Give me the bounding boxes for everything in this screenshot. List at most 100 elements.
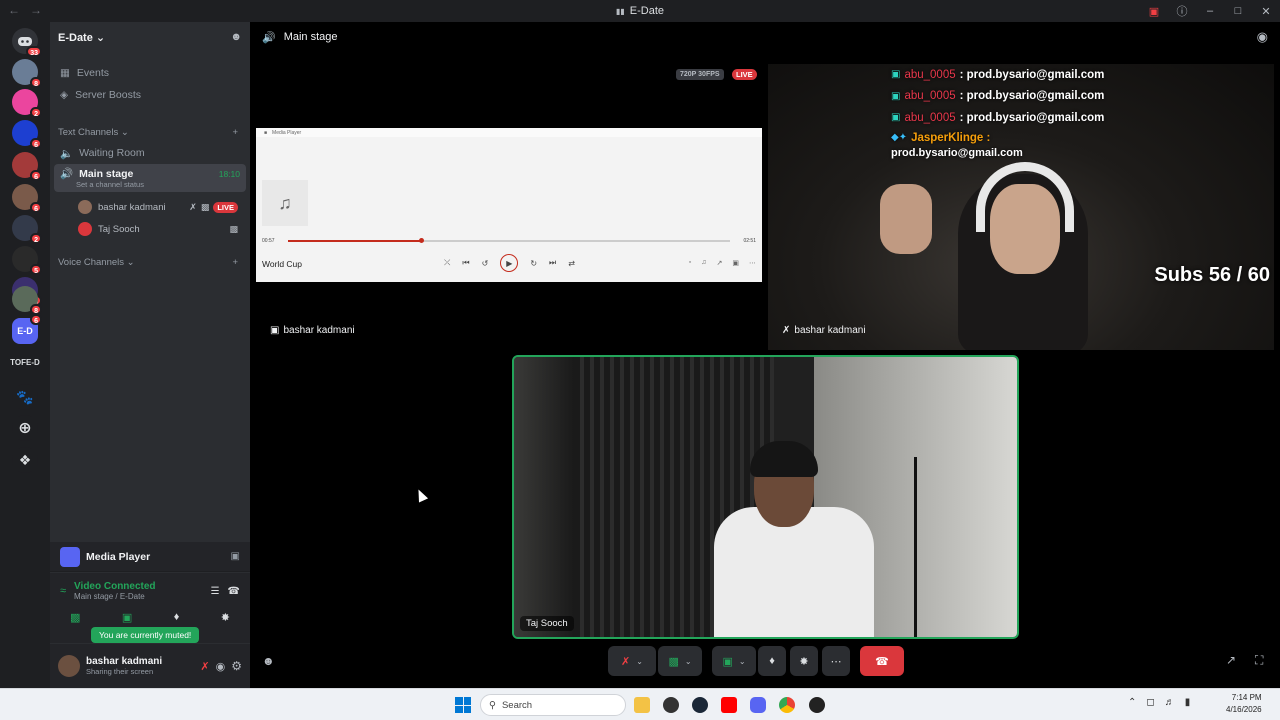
popout-icon[interactable]: ↗ [1226, 653, 1236, 667]
connection-location[interactable]: Main stage / E-Date [74, 592, 156, 601]
channel-waiting-room[interactable]: 🔈 Waiting Room [54, 142, 246, 164]
activity-icon[interactable]: ♦ [174, 611, 180, 624]
chat-bubble-icon[interactable]: ◉ [1257, 29, 1268, 45]
headphones-icon[interactable]: ◉ [216, 660, 226, 673]
activity-close-icon[interactable]: ▣ [231, 551, 240, 562]
unread-badge: 6 [30, 314, 42, 325]
clock[interactable]: 7:14 PM 4/16/2026 [1226, 692, 1262, 716]
server-icon-1[interactable]: 8 [12, 59, 42, 88]
voice-user-taj[interactable]: Taj Sooch ▩ [50, 218, 250, 240]
screen-share-icon[interactable]: ▣ [122, 611, 132, 624]
server-icon-4[interactable]: 6 [12, 152, 42, 181]
server-icon-9[interactable]: 8 [12, 286, 42, 315]
settings-gear-icon[interactable]: ⚙ [231, 659, 242, 673]
shuffle-icon[interactable]: ⤫ [444, 258, 450, 268]
fullscreen-icon[interactable]: ⛶ [1255, 653, 1263, 668]
screen-share-icon: ▣ [722, 655, 733, 668]
mp-seek-thumb[interactable] [418, 238, 424, 243]
server-icon-5[interactable]: 6 [12, 184, 42, 213]
server-icon-6[interactable]: 2 [12, 215, 42, 244]
channel-timer: 18:10 [218, 168, 240, 179]
voice-user-bashar[interactable]: bashar kadmani ✗ ▩ LIVE [50, 196, 250, 218]
events-link[interactable]: ▦ Events [50, 62, 250, 84]
minimize-button[interactable]: – [1196, 5, 1224, 17]
server-icon-2[interactable]: 2 [12, 89, 42, 118]
previous-icon[interactable]: ⏮ [462, 258, 469, 268]
mic-muted-icon[interactable]: ✗ [200, 660, 209, 673]
noise-suppression-icon[interactable]: ☰ [211, 586, 220, 597]
forward-arrow-icon[interactable]: → [30, 3, 42, 17]
steam-icon[interactable] [692, 697, 708, 713]
invite-icon[interactable]: ☻ [230, 31, 242, 43]
youtube-icon[interactable] [721, 697, 737, 713]
battery-icon[interactable]: ▮ [1185, 697, 1191, 708]
help-icon[interactable]: ⓘ [1168, 3, 1196, 19]
cast-icon[interactable]: ▣ [732, 259, 739, 267]
tile-username: bashar kadmani [794, 325, 866, 336]
close-button[interactable]: ✕ [1252, 5, 1280, 18]
network-icon[interactable]: ◻ [1146, 697, 1154, 708]
server-boosts-link[interactable]: ◈ Server Boosts [50, 84, 250, 106]
channel-status[interactable]: Set a channel status [60, 180, 144, 189]
media-player-icon[interactable] [809, 697, 825, 713]
home-dm-button[interactable]: 33 [12, 28, 42, 57]
tray-chevron-icon[interactable]: ⌃ [1128, 697, 1136, 708]
mp-seek-bar[interactable] [288, 238, 730, 243]
back-arrow-icon[interactable]: ← [8, 3, 20, 17]
webcam-tile-bashar[interactable]: ▣ abu_0005: prod.bysario@gmail.com ▣ abu_0… [768, 64, 1274, 350]
calendar-icon: ▦ [60, 67, 70, 79]
rewind-icon[interactable]: ↺ [482, 259, 489, 268]
add-channel-icon[interactable]: + [232, 127, 238, 138]
windows-start-icon[interactable] [455, 697, 471, 713]
forward-icon[interactable]: ↻ [530, 259, 537, 268]
more-options-button[interactable]: ⋯ [822, 646, 850, 676]
leave-call-button[interactable]: ☎ [860, 646, 904, 676]
tile-label-screen: ▣ bashar kadmani [270, 325, 355, 336]
category-voice-channels[interactable]: Voice Channels ⌄ + [50, 252, 250, 272]
repeat-icon[interactable]: ⇄ [568, 259, 575, 268]
taskbar-search[interactable]: ⚲ Search [480, 694, 626, 716]
screen-share-tile[interactable]: ■ Media Player ♫ 00:57 02:51 World Cup ⤫… [256, 128, 762, 282]
more-icon[interactable]: ⋯ [749, 259, 756, 267]
subtitles-icon[interactable]: ▫ [689, 259, 691, 267]
soundboard-icon[interactable]: ✸ [221, 611, 230, 624]
webcam-tile-taj[interactable]: Taj Sooch [512, 355, 1019, 639]
chrome-icon[interactable] [779, 697, 795, 713]
folder-label[interactable]: TOFE-D [4, 358, 46, 367]
inbox-icon[interactable]: ▣ [1140, 5, 1168, 18]
soundboard-button[interactable]: ✸ [790, 646, 818, 676]
server-icon-3[interactable]: 6 [12, 120, 42, 149]
screen-share-small-icon: ▣ [270, 325, 280, 336]
add-channel-icon[interactable]: + [232, 257, 238, 268]
discover-icon[interactable]: ❖ [12, 447, 38, 473]
server-icon-edate[interactable]: E-D 6 [12, 314, 42, 344]
app-icon-dark[interactable] [663, 697, 679, 713]
volume-icon[interactable]: ♬ [1165, 697, 1175, 708]
channel-main-stage[interactable]: 🔊 Main stage 18:10 Set a channel status [54, 164, 246, 192]
camera-button[interactable]: ▩ ⌄ [658, 646, 702, 676]
next-icon[interactable]: ⏭ [549, 258, 556, 268]
activities-button[interactable]: ♦ [758, 646, 786, 676]
mp-window-title: Media Player [272, 130, 302, 136]
add-server-button[interactable]: ⊕ [12, 415, 38, 441]
invite-to-stage-icon[interactable]: ☻ [262, 654, 275, 668]
file-explorer-icon[interactable] [634, 697, 650, 713]
user-panel: bashar kadmani Sharing their screen ✗ ◉ … [50, 644, 250, 688]
share-screen-button[interactable]: ▣ ⌄ [712, 646, 756, 676]
server-icon-7[interactable]: 5 [12, 246, 42, 275]
user-name[interactable]: bashar kadmani [86, 656, 162, 667]
fullscreen-icon[interactable]: ↗ [717, 259, 723, 267]
camera-toggle-icon[interactable]: ▩ [70, 611, 80, 624]
server-icon-10[interactable]: 🐾 [12, 384, 38, 410]
user-avatar[interactable] [58, 655, 80, 677]
volume-icon[interactable]: ♫ [701, 259, 706, 267]
play-icon[interactable]: ▶ [500, 254, 519, 272]
connection-status[interactable]: Video Connected [74, 581, 156, 592]
channel-name: Main stage [79, 167, 134, 180]
maximize-button[interactable]: □ [1224, 5, 1252, 17]
server-header[interactable]: E-Date ⌄ ☻ [50, 22, 250, 52]
disconnect-icon[interactable]: ☎ [228, 586, 240, 597]
discord-taskbar-icon[interactable] [750, 697, 766, 713]
mute-button[interactable]: ✗ ⌄ [608, 646, 656, 676]
category-text-channels[interactable]: Text Channels ⌄ + [50, 122, 250, 142]
